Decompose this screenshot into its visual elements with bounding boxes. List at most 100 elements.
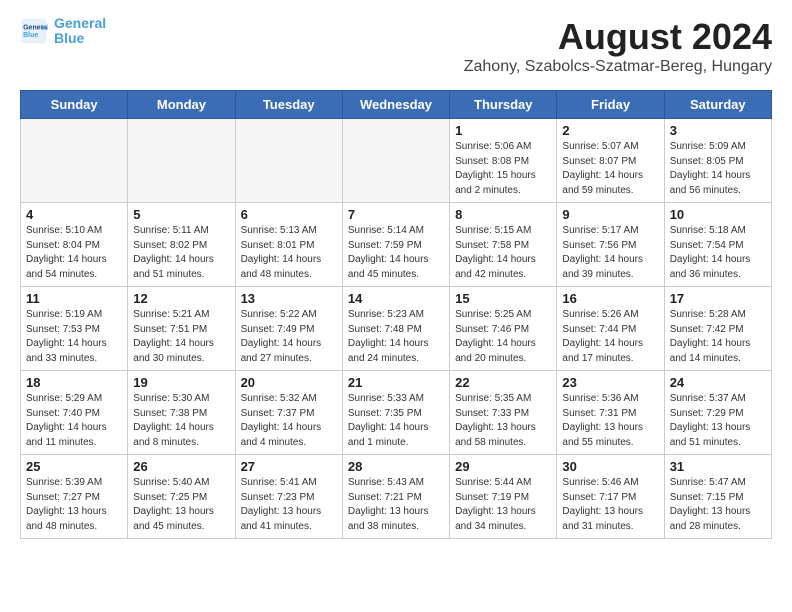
calendar-cell: 21 Sunrise: 5:33 AM Sunset: 7:35 PM Dayli… bbox=[342, 371, 449, 455]
calendar-body: 1 Sunrise: 5:06 AM Sunset: 8:08 PM Daylig… bbox=[21, 119, 772, 539]
day-info: Sunrise: 5:40 AM Sunset: 7:25 PM Dayligh… bbox=[133, 476, 229, 534]
calendar-week-3: 11Sunrise: 5:19 AM Sunset: 7:53 PM Dayli… bbox=[21, 287, 772, 371]
calendar-cell bbox=[235, 119, 342, 203]
day-number: 13 bbox=[241, 291, 337, 306]
day-info: Sunrise: 5:43 AM Sunset: 7:21 PM Dayligh… bbox=[348, 476, 444, 534]
logo-text: General Blue bbox=[54, 16, 106, 47]
calendar-cell: 18Sunrise: 5:29 AM Sunset: 7:40 PM Dayli… bbox=[21, 371, 128, 455]
day-number: 23 bbox=[562, 375, 658, 390]
calendar-header: SundayMondayTuesdayWednesdayThursdayFrid… bbox=[21, 91, 772, 119]
day-number: 18 bbox=[26, 375, 122, 390]
day-number: 7 bbox=[348, 207, 444, 222]
day-info: Sunrise: 5:47 AM Sunset: 7:15 PM Dayligh… bbox=[670, 476, 766, 534]
weekday-header-sunday: Sunday bbox=[21, 91, 128, 119]
day-info: Sunrise: 5:46 AM Sunset: 7:17 PM Dayligh… bbox=[562, 476, 658, 534]
day-number: 30 bbox=[562, 459, 658, 474]
day-number: 31 bbox=[670, 459, 766, 474]
calendar-cell: 3 Sunrise: 5:09 AM Sunset: 8:05 PM Daylig… bbox=[664, 119, 771, 203]
calendar-cell: 1 Sunrise: 5:06 AM Sunset: 8:08 PM Daylig… bbox=[450, 119, 557, 203]
calendar-cell bbox=[342, 119, 449, 203]
calendar-cell: 4 Sunrise: 5:10 AM Sunset: 8:04 PM Daylig… bbox=[21, 203, 128, 287]
day-info: Sunrise: 5:11 AM Sunset: 8:02 PM Dayligh… bbox=[133, 224, 229, 282]
day-info: Sunrise: 5:18 AM Sunset: 7:54 PM Dayligh… bbox=[670, 224, 766, 282]
day-info: Sunrise: 5:30 AM Sunset: 7:38 PM Dayligh… bbox=[133, 392, 229, 450]
day-info: Sunrise: 5:41 AM Sunset: 7:23 PM Dayligh… bbox=[241, 476, 337, 534]
weekday-header-saturday: Saturday bbox=[664, 91, 771, 119]
weekday-header-monday: Monday bbox=[128, 91, 235, 119]
weekday-row: SundayMondayTuesdayWednesdayThursdayFrid… bbox=[21, 91, 772, 119]
calendar-cell: 19 Sunrise: 5:30 AM Sunset: 7:38 PM Dayli… bbox=[128, 371, 235, 455]
calendar-cell: 10 Sunrise: 5:18 AM Sunset: 7:54 PM Dayli… bbox=[664, 203, 771, 287]
calendar-title: August 2024 bbox=[464, 16, 772, 58]
day-number: 9 bbox=[562, 207, 658, 222]
calendar-week-4: 18Sunrise: 5:29 AM Sunset: 7:40 PM Dayli… bbox=[21, 371, 772, 455]
calendar-cell: 2Sunrise: 5:07 AM Sunset: 8:07 PM Daylig… bbox=[557, 119, 664, 203]
svg-text:Blue: Blue bbox=[23, 33, 38, 40]
day-number: 3 bbox=[670, 123, 766, 138]
day-number: 2 bbox=[562, 123, 658, 138]
calendar-cell: 28 Sunrise: 5:43 AM Sunset: 7:21 PM Dayli… bbox=[342, 455, 449, 539]
day-number: 21 bbox=[348, 375, 444, 390]
day-info: Sunrise: 5:25 AM Sunset: 7:46 PM Dayligh… bbox=[455, 308, 551, 366]
day-number: 5 bbox=[133, 207, 229, 222]
day-info: Sunrise: 5:15 AM Sunset: 7:58 PM Dayligh… bbox=[455, 224, 551, 282]
calendar-week-2: 4 Sunrise: 5:10 AM Sunset: 8:04 PM Daylig… bbox=[21, 203, 772, 287]
day-number: 28 bbox=[348, 459, 444, 474]
day-info: Sunrise: 5:14 AM Sunset: 7:59 PM Dayligh… bbox=[348, 224, 444, 282]
day-info: Sunrise: 5:10 AM Sunset: 8:04 PM Dayligh… bbox=[26, 224, 122, 282]
day-info: Sunrise: 5:33 AM Sunset: 7:35 PM Dayligh… bbox=[348, 392, 444, 450]
logo-line2: Blue bbox=[54, 30, 84, 46]
day-info: Sunrise: 5:23 AM Sunset: 7:48 PM Dayligh… bbox=[348, 308, 444, 366]
logo-icon: General Blue bbox=[20, 17, 48, 45]
calendar-week-1: 1 Sunrise: 5:06 AM Sunset: 8:08 PM Daylig… bbox=[21, 119, 772, 203]
calendar-cell: 12Sunrise: 5:21 AM Sunset: 7:51 PM Dayli… bbox=[128, 287, 235, 371]
calendar-cell: 14 Sunrise: 5:23 AM Sunset: 7:48 PM Dayli… bbox=[342, 287, 449, 371]
day-info: Sunrise: 5:09 AM Sunset: 8:05 PM Dayligh… bbox=[670, 140, 766, 198]
calendar-cell: 13 Sunrise: 5:22 AM Sunset: 7:49 PM Dayli… bbox=[235, 287, 342, 371]
day-info: Sunrise: 5:36 AM Sunset: 7:31 PM Dayligh… bbox=[562, 392, 658, 450]
day-number: 25 bbox=[26, 459, 122, 474]
day-number: 15 bbox=[455, 291, 551, 306]
day-info: Sunrise: 5:35 AM Sunset: 7:33 PM Dayligh… bbox=[455, 392, 551, 450]
day-number: 4 bbox=[26, 207, 122, 222]
day-info: Sunrise: 5:21 AM Sunset: 7:51 PM Dayligh… bbox=[133, 308, 229, 366]
calendar-cell bbox=[128, 119, 235, 203]
day-info: Sunrise: 5:06 AM Sunset: 8:08 PM Dayligh… bbox=[455, 140, 551, 198]
day-number: 20 bbox=[241, 375, 337, 390]
day-info: Sunrise: 5:44 AM Sunset: 7:19 PM Dayligh… bbox=[455, 476, 551, 534]
logo-line1: General bbox=[54, 15, 106, 31]
calendar-week-5: 25Sunrise: 5:39 AM Sunset: 7:27 PM Dayli… bbox=[21, 455, 772, 539]
day-number: 19 bbox=[133, 375, 229, 390]
day-info: Sunrise: 5:17 AM Sunset: 7:56 PM Dayligh… bbox=[562, 224, 658, 282]
calendar-cell: 31 Sunrise: 5:47 AM Sunset: 7:15 PM Dayli… bbox=[664, 455, 771, 539]
calendar-cell: 24Sunrise: 5:37 AM Sunset: 7:29 PM Dayli… bbox=[664, 371, 771, 455]
logo: General Blue General Blue bbox=[20, 16, 106, 47]
day-number: 26 bbox=[133, 459, 229, 474]
day-info: Sunrise: 5:28 AM Sunset: 7:42 PM Dayligh… bbox=[670, 308, 766, 366]
calendar-cell: 27Sunrise: 5:41 AM Sunset: 7:23 PM Dayli… bbox=[235, 455, 342, 539]
day-info: Sunrise: 5:13 AM Sunset: 8:01 PM Dayligh… bbox=[241, 224, 337, 282]
calendar-cell: 30 Sunrise: 5:46 AM Sunset: 7:17 PM Dayli… bbox=[557, 455, 664, 539]
calendar-cell bbox=[21, 119, 128, 203]
day-info: Sunrise: 5:32 AM Sunset: 7:37 PM Dayligh… bbox=[241, 392, 337, 450]
weekday-header-friday: Friday bbox=[557, 91, 664, 119]
calendar-subtitle: Zahony, Szabolcs-Szatmar-Bereg, Hungary bbox=[464, 58, 772, 76]
title-section: August 2024 Zahony, Szabolcs-Szatmar-Ber… bbox=[464, 16, 772, 76]
calendar-cell: 29Sunrise: 5:44 AM Sunset: 7:19 PM Dayli… bbox=[450, 455, 557, 539]
calendar-cell: 15 Sunrise: 5:25 AM Sunset: 7:46 PM Dayli… bbox=[450, 287, 557, 371]
day-number: 8 bbox=[455, 207, 551, 222]
weekday-header-tuesday: Tuesday bbox=[235, 91, 342, 119]
calendar-cell: 17Sunrise: 5:28 AM Sunset: 7:42 PM Dayli… bbox=[664, 287, 771, 371]
day-number: 14 bbox=[348, 291, 444, 306]
day-number: 1 bbox=[455, 123, 551, 138]
calendar-cell: 25Sunrise: 5:39 AM Sunset: 7:27 PM Dayli… bbox=[21, 455, 128, 539]
calendar-cell: 8 Sunrise: 5:15 AM Sunset: 7:58 PM Daylig… bbox=[450, 203, 557, 287]
day-number: 10 bbox=[670, 207, 766, 222]
day-number: 16 bbox=[562, 291, 658, 306]
day-info: Sunrise: 5:22 AM Sunset: 7:49 PM Dayligh… bbox=[241, 308, 337, 366]
calendar-cell: 26 Sunrise: 5:40 AM Sunset: 7:25 PM Dayli… bbox=[128, 455, 235, 539]
calendar-cell: 16Sunrise: 5:26 AM Sunset: 7:44 PM Dayli… bbox=[557, 287, 664, 371]
calendar-cell: 22Sunrise: 5:35 AM Sunset: 7:33 PM Dayli… bbox=[450, 371, 557, 455]
day-info: Sunrise: 5:37 AM Sunset: 7:29 PM Dayligh… bbox=[670, 392, 766, 450]
calendar-cell: 11Sunrise: 5:19 AM Sunset: 7:53 PM Dayli… bbox=[21, 287, 128, 371]
